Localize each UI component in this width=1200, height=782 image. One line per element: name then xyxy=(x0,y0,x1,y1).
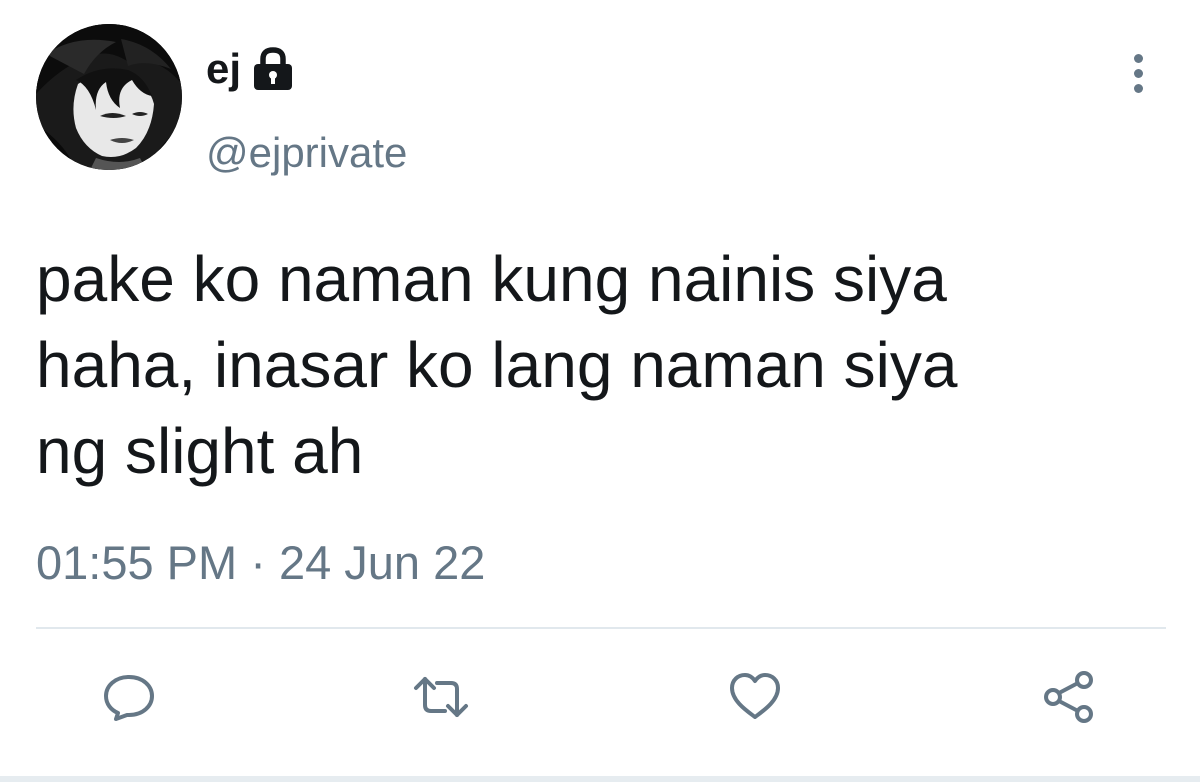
more-vertical-icon xyxy=(1133,53,1143,63)
tweet-text-line: ng slight ah xyxy=(36,415,364,487)
retweet-icon xyxy=(414,677,468,717)
like-button[interactable] xyxy=(710,652,800,742)
action-bar xyxy=(0,652,1200,742)
display-name[interactable]: ej xyxy=(206,48,241,90)
retweet-button[interactable] xyxy=(396,652,486,742)
heart-icon xyxy=(730,673,780,719)
tweet-timestamp[interactable]: 01:55 PM · 24 Jun 22 xyxy=(36,535,485,591)
tweet-text-line: pake ko naman kung nainis siya xyxy=(36,243,947,315)
tweet-detail: ej @ejprivate pake ko naman kung nainis … xyxy=(0,0,1200,782)
bottom-separator xyxy=(0,776,1200,782)
tweet-text-line: haha, inasar ko lang naman siya xyxy=(36,329,958,401)
name-row: ej xyxy=(206,44,297,94)
speech-bubble-icon xyxy=(104,675,154,721)
more-vertical-icon-dot xyxy=(1133,83,1143,93)
share-icon xyxy=(1044,671,1093,723)
share-button[interactable] xyxy=(1024,652,1114,742)
user-handle[interactable]: @ejprivate xyxy=(206,132,407,174)
lock-icon xyxy=(249,46,297,92)
more-options-button[interactable] xyxy=(1118,46,1158,100)
avatar-image xyxy=(36,24,182,170)
avatar[interactable] xyxy=(36,24,182,170)
tweet-text: pake ko naman kung nainis siya haha, ina… xyxy=(36,236,1166,494)
divider xyxy=(36,627,1166,629)
reply-button[interactable] xyxy=(84,652,174,742)
more-vertical-icon-dot xyxy=(1133,68,1143,78)
